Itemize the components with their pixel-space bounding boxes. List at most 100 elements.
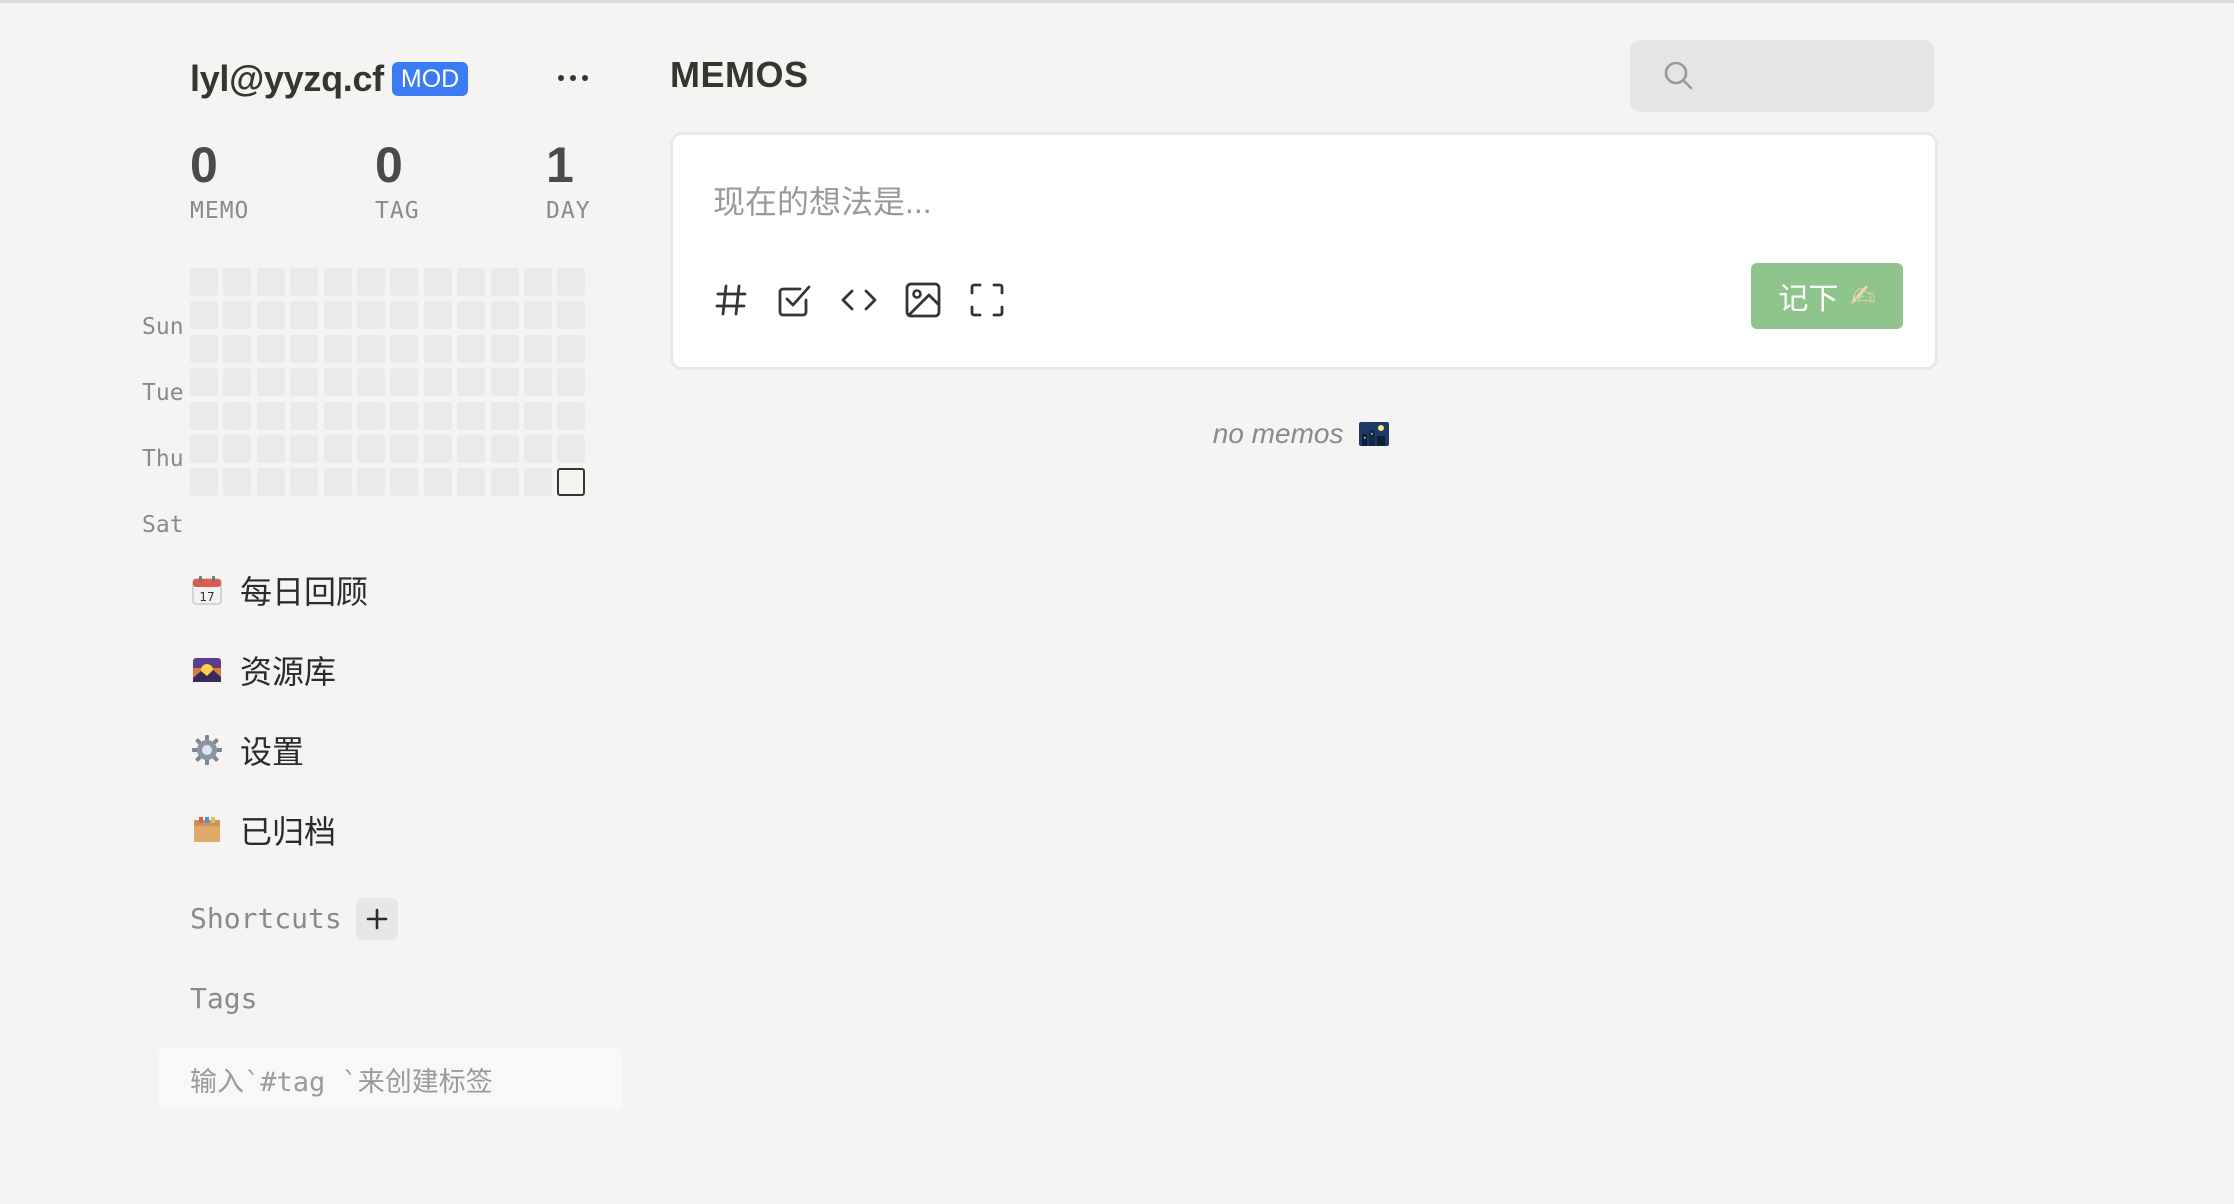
heatmap-cell[interactable]: [524, 301, 552, 330]
search-input[interactable]: [1706, 59, 1930, 93]
heatmap-cell[interactable]: [524, 435, 552, 463]
heatmap-cell[interactable]: [256, 435, 285, 463]
heatmap-cell[interactable]: [290, 268, 319, 296]
heatmap-cell[interactable]: [290, 301, 319, 330]
username[interactable]: lyl@yyzq.cf: [190, 58, 384, 100]
heatmap-cell[interactable]: [423, 334, 452, 363]
heatmap-cell[interactable]: [357, 268, 385, 296]
heatmap-cell[interactable]: [423, 268, 452, 296]
heatmap-cell[interactable]: [390, 435, 419, 463]
heatmap-cell[interactable]: [223, 368, 252, 397]
heatmap-cell[interactable]: [223, 301, 252, 330]
heatmap-cell[interactable]: [490, 301, 519, 330]
heatmap-cell[interactable]: [323, 401, 352, 430]
heatmap-cell[interactable]: [423, 301, 452, 330]
heatmap-cell[interactable]: [390, 468, 419, 497]
heatmap-cell[interactable]: [323, 301, 352, 330]
insert-image-button[interactable]: [903, 280, 943, 320]
sidebar-item-settings[interactable]: 设置: [190, 720, 590, 780]
heatmap-cell[interactable]: [557, 268, 586, 296]
heatmap-cell[interactable]: [290, 334, 319, 363]
heatmap-cell[interactable]: [357, 468, 385, 497]
heatmap-cell[interactable]: [457, 368, 486, 397]
heatmap-cell[interactable]: [423, 401, 452, 430]
fullscreen-button[interactable]: [967, 280, 1007, 320]
heatmap-cell[interactable]: [256, 334, 285, 363]
heatmap-cell[interactable]: [323, 268, 352, 296]
heatmap-cell[interactable]: [357, 334, 385, 363]
heatmap-cell[interactable]: [223, 435, 252, 463]
heatmap-cell[interactable]: [223, 468, 252, 497]
insert-tag-button[interactable]: [711, 280, 751, 320]
memo-input[interactable]: [711, 183, 1815, 222]
insert-code-button[interactable]: [839, 280, 879, 320]
heatmap-cell[interactable]: [490, 268, 519, 296]
heatmap-cell[interactable]: [357, 435, 385, 463]
heatmap-cell[interactable]: [557, 401, 586, 430]
heatmap-cell[interactable]: [490, 468, 519, 497]
heatmap-cell[interactable]: [256, 401, 285, 430]
heatmap-cell[interactable]: [390, 334, 419, 363]
heatmap-cell-today[interactable]: [557, 468, 586, 497]
heatmap-cell[interactable]: [557, 334, 586, 363]
sidebar-item-resources[interactable]: 资源库: [190, 640, 590, 700]
heatmap-cell[interactable]: [223, 334, 252, 363]
heatmap-cell[interactable]: [490, 401, 519, 430]
heatmap-cell[interactable]: [290, 401, 319, 430]
heatmap-cell[interactable]: [190, 401, 218, 430]
more-options-button[interactable]: [548, 58, 598, 98]
heatmap-cell[interactable]: [190, 268, 218, 296]
heatmap-cell[interactable]: [190, 301, 218, 330]
sidebar-item-archived[interactable]: 已归档: [190, 800, 590, 860]
heatmap-cell[interactable]: [256, 301, 285, 330]
heatmap-cell[interactable]: [557, 435, 586, 463]
heatmap-cell[interactable]: [256, 268, 285, 296]
heatmap-cell[interactable]: [524, 368, 552, 397]
heatmap-cell[interactable]: [256, 368, 285, 397]
heatmap-cell[interactable]: [524, 268, 552, 296]
heatmap-cell[interactable]: [390, 368, 419, 397]
heatmap-cell[interactable]: [323, 435, 352, 463]
insert-todo-button[interactable]: [775, 280, 815, 320]
heatmap-cell[interactable]: [557, 301, 586, 330]
heatmap-cell[interactable]: [423, 435, 452, 463]
heatmap-cell[interactable]: [357, 401, 385, 430]
heatmap-cell[interactable]: [190, 435, 218, 463]
heatmap-cell[interactable]: [490, 368, 519, 397]
heatmap-cell[interactable]: [290, 435, 319, 463]
heatmap-cell[interactable]: [390, 301, 419, 330]
heatmap-cell[interactable]: [357, 368, 385, 397]
heatmap-cell[interactable]: [423, 368, 452, 397]
heatmap-cell[interactable]: [390, 401, 419, 430]
heatmap-cell[interactable]: [290, 468, 319, 497]
heatmap-cell[interactable]: [323, 368, 352, 397]
heatmap-cell[interactable]: [357, 301, 385, 330]
heatmap-cell[interactable]: [524, 334, 552, 363]
sidebar-item-daily-review[interactable]: 17 每日回顾: [190, 560, 590, 620]
heatmap-cell[interactable]: [223, 401, 252, 430]
heatmap-cell[interactable]: [524, 401, 552, 430]
search-box[interactable]: [1630, 40, 1934, 112]
add-shortcut-button[interactable]: [356, 898, 398, 940]
heatmap-cell[interactable]: [323, 468, 352, 497]
heatmap-cell[interactable]: [390, 268, 419, 296]
heatmap-cell[interactable]: [457, 334, 486, 363]
heatmap-cell[interactable]: [490, 334, 519, 363]
heatmap-cell[interactable]: [190, 334, 218, 363]
heatmap-cell[interactable]: [557, 368, 586, 397]
heatmap-cell[interactable]: [423, 468, 452, 497]
heatmap-cell[interactable]: [323, 334, 352, 363]
heatmap-cell[interactable]: [457, 268, 486, 296]
heatmap-cell[interactable]: [457, 435, 486, 463]
heatmap-cell[interactable]: [457, 468, 486, 497]
heatmap-cell[interactable]: [256, 468, 285, 497]
heatmap-cell[interactable]: [457, 401, 486, 430]
heatmap-cell[interactable]: [223, 268, 252, 296]
save-memo-button[interactable]: 记下 ✍: [1751, 263, 1903, 329]
heatmap-cell[interactable]: [290, 368, 319, 397]
heatmap-cell[interactable]: [524, 468, 552, 497]
heatmap-cell[interactable]: [190, 368, 218, 397]
heatmap-cell[interactable]: [190, 468, 218, 497]
heatmap-cell[interactable]: [457, 301, 486, 330]
heatmap-cell[interactable]: [490, 435, 519, 463]
